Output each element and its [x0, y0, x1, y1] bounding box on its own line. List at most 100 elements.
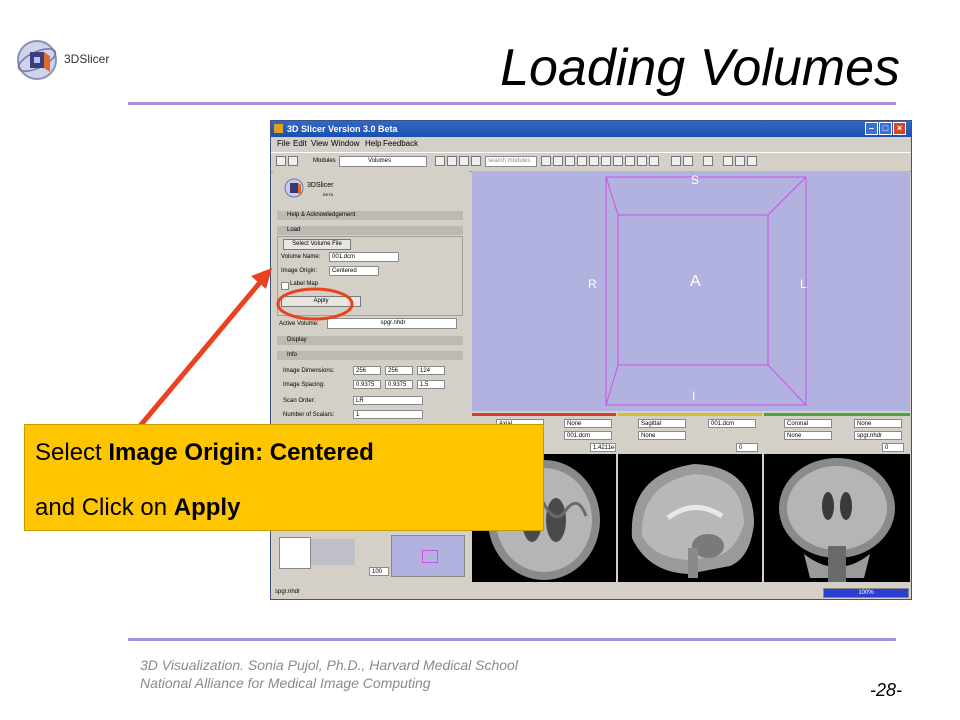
section-help[interactable]: Help & Acknowledgement: [277, 211, 463, 220]
close-button[interactable]: ×: [893, 122, 906, 135]
volumes-icon[interactable]: [577, 156, 587, 166]
slicer-logo: 3DSlicer: [14, 38, 134, 82]
orientation-left: L: [800, 277, 807, 291]
undo-icon[interactable]: [671, 156, 681, 166]
search-icon[interactable]: [541, 156, 551, 166]
coronal-offset[interactable]: 0: [882, 443, 904, 452]
place-icon[interactable]: [735, 156, 745, 166]
section-info[interactable]: Info: [277, 351, 463, 360]
sagittal-bg[interactable]: 001.dcm: [708, 419, 756, 428]
coronal-fg[interactable]: None: [854, 419, 902, 428]
menu-edit[interactable]: Edit: [293, 137, 307, 151]
prev-module-icon[interactable]: [435, 156, 445, 166]
image-origin-select[interactable]: Centered: [329, 266, 379, 276]
minimize-button[interactable]: –: [865, 122, 878, 135]
module-search-placeholder: search modules: [488, 158, 531, 164]
menu-file[interactable]: File: [277, 137, 290, 151]
callout-line-2: and Click on Apply: [35, 494, 240, 522]
zoom-input[interactable]: 100: [369, 567, 389, 576]
home-icon[interactable]: [553, 156, 563, 166]
title-rule: [128, 102, 896, 105]
orientation-anterior: A: [690, 273, 701, 290]
active-volume-select[interactable]: spgr.nhdr: [327, 318, 457, 329]
panel-logo: 3DSlicer BETA: [283, 177, 373, 201]
colors-icon[interactable]: [625, 156, 635, 166]
label-map-checkbox[interactable]: [281, 282, 289, 290]
load-scene-icon[interactable]: [276, 156, 286, 166]
axial-fg[interactable]: None: [564, 419, 612, 428]
menu-window[interactable]: Window: [331, 137, 359, 151]
axial-bg[interactable]: 001.dcm: [564, 431, 612, 440]
section-load[interactable]: Load: [277, 226, 463, 235]
instruction-callout: Select Image Origin: Centered and Click …: [24, 424, 544, 531]
modules-label: Modules: [313, 158, 336, 164]
coronal-name[interactable]: Coronal: [784, 419, 832, 428]
navigation-thumbnail[interactable]: [391, 535, 465, 577]
pick-icon[interactable]: [723, 156, 733, 166]
select-volume-file-button[interactable]: Select Volume File: [283, 239, 351, 250]
progress-label: 100%: [858, 590, 874, 596]
slice-controller-coronal: Coronal None None spgr.nhdr 0: [764, 413, 910, 456]
snapshot-icon[interactable]: [747, 156, 757, 166]
progress-bar: 100%: [823, 588, 909, 598]
page-title: Loading Volumes: [500, 39, 900, 97]
label-map-label: Label Map: [290, 281, 319, 287]
axial-offset[interactable]: 1.4211e-0: [590, 443, 616, 452]
volume-name-input[interactable]: 001.dcm: [329, 252, 399, 262]
slicer-logo-text: 3DSlicer: [64, 52, 110, 66]
coronal-lb[interactable]: None: [784, 431, 832, 440]
redo-icon[interactable]: [683, 156, 693, 166]
maximize-button[interactable]: □: [879, 122, 892, 135]
editor-icon[interactable]: [613, 156, 623, 166]
view-control-widget[interactable]: [279, 537, 311, 569]
orientation-inferior: I: [692, 389, 696, 403]
refresh-icon[interactable]: [471, 156, 481, 166]
module-select[interactable]: Volumes: [339, 156, 427, 167]
transforms-icon[interactable]: [637, 156, 647, 166]
next-module-icon[interactable]: [447, 156, 457, 166]
image-dimensions-label: Image Dimensions:: [283, 368, 335, 374]
measure-icon[interactable]: [649, 156, 659, 166]
3d-view[interactable]: S I R L A: [472, 171, 910, 411]
menu-view[interactable]: View: [311, 137, 328, 151]
section-display[interactable]: Display: [277, 336, 463, 345]
sagittal-name[interactable]: Sagittal: [638, 419, 686, 428]
orientation-right: R: [588, 277, 597, 291]
fiducials-icon[interactable]: [601, 156, 611, 166]
active-volume-value: spgr.nhdr: [380, 320, 406, 326]
volume-name-label: Volume Name:: [281, 254, 321, 260]
scan-order-label: Scan Order:: [283, 398, 316, 404]
layout-icon[interactable]: [703, 156, 713, 166]
callout-line-1: Select Image Origin: Centered: [35, 439, 374, 467]
image-origin-label: Image Origin:: [281, 268, 318, 274]
spacing-y: 0.9375: [385, 380, 413, 389]
panel-logo-icon: [284, 178, 304, 198]
menu-help[interactable]: Help: [365, 137, 381, 151]
save-icon[interactable]: [288, 156, 298, 166]
module-select-value: Volumes: [368, 158, 392, 164]
data-icon[interactable]: [565, 156, 575, 166]
sagittal-offset[interactable]: 0: [736, 443, 758, 452]
sagittal-slice-view[interactable]: [618, 454, 762, 582]
coronal-slice-view[interactable]: [764, 454, 910, 582]
view-control-buttons[interactable]: [311, 539, 355, 565]
scan-order-value: LR: [353, 396, 423, 405]
app-icon: [274, 124, 283, 133]
navigation-frame: [422, 550, 438, 563]
arrow-line: [138, 278, 264, 428]
module-search-input[interactable]: search modules: [485, 156, 537, 167]
history-icon[interactable]: [459, 156, 469, 166]
status-bar: spgr.nhdr 100%: [271, 585, 911, 599]
sagittal-lb[interactable]: None: [638, 431, 686, 440]
apply-label: Apply: [313, 298, 329, 304]
sagittal-brain-image: [631, 464, 754, 578]
models-icon[interactable]: [589, 156, 599, 166]
window-titlebar: 3D Slicer Version 3.0 Beta – □ ×: [271, 121, 911, 137]
callout-line1-prefix: Select: [35, 439, 109, 466]
apply-button[interactable]: Apply: [281, 296, 361, 307]
window-title: 3D Slicer Version 3.0 Beta: [287, 124, 398, 134]
coronal-bg[interactable]: spgr.nhdr: [854, 431, 902, 440]
menu-feedback[interactable]: Feedback: [383, 137, 418, 151]
spacing-x: 0.9375: [353, 380, 381, 389]
callout-line2-bold: Apply: [173, 494, 241, 521]
